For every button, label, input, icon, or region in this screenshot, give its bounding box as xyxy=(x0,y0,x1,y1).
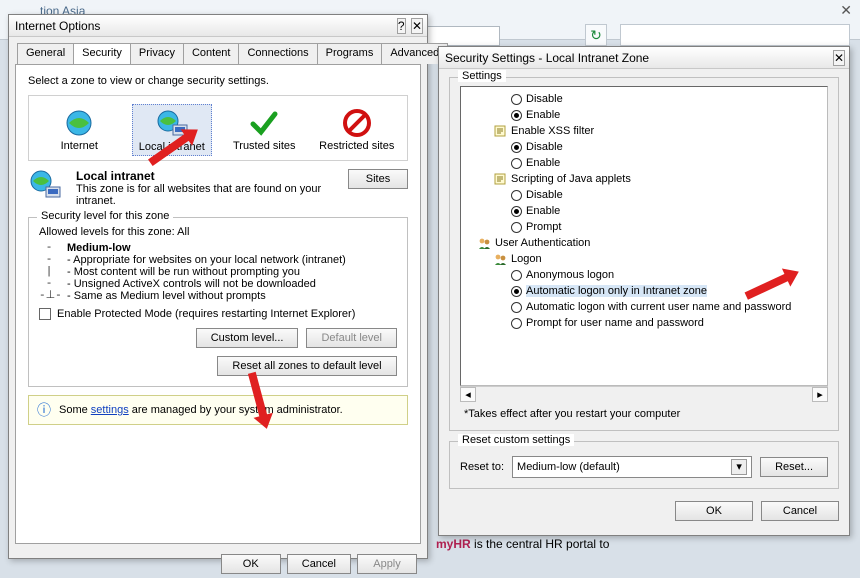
allowed-levels-label: Allowed levels for this zone: All xyxy=(39,226,397,238)
tree-heading: Scripting of Java applets xyxy=(463,171,825,187)
security-level-group: Security level for this zone Allowed lev… xyxy=(28,217,408,387)
restart-note: *Takes effect after you restart your com… xyxy=(464,408,824,420)
tab-general[interactable]: General xyxy=(17,43,74,64)
dialog-titlebar[interactable]: Internet Options ? ✕ xyxy=(9,15,427,37)
tree-heading: Logon xyxy=(463,251,825,267)
settings-tree[interactable]: DisableEnableEnable XSS filterDisableEna… xyxy=(460,86,828,386)
tab-panel-security: Select a zone to view or change security… xyxy=(15,64,421,544)
radio-icon xyxy=(511,158,522,169)
refresh-icon[interactable]: ↻ xyxy=(585,24,607,46)
users-icon xyxy=(493,252,507,266)
scroll-right-icon[interactable]: ▸ xyxy=(812,387,828,402)
dialog-titlebar[interactable]: Security Settings - Local Intranet Zone … xyxy=(439,47,849,69)
settings-link[interactable]: settings xyxy=(91,404,129,416)
globe-computer-icon xyxy=(28,169,66,207)
prohibited-icon xyxy=(319,106,395,140)
protected-mode-checkbox[interactable]: Enable Protected Mode (requires restarti… xyxy=(39,308,397,320)
reset-group: Reset custom settings Reset to: Medium-l… xyxy=(449,441,839,489)
radio-icon xyxy=(511,286,522,297)
radio-icon xyxy=(511,94,522,105)
zone-list: Internet Local intranet Trusted sites Re… xyxy=(28,95,408,161)
ok-button[interactable]: OK xyxy=(675,501,753,521)
page-content-fragment: myHR is the central HR portal to xyxy=(436,537,850,551)
close-icon[interactable]: ✕ xyxy=(833,50,845,66)
close-icon[interactable]: ✕ xyxy=(411,18,423,34)
tab-privacy[interactable]: Privacy xyxy=(130,43,184,64)
zone-desc-title: Local intranet xyxy=(76,169,155,183)
security-slider[interactable]: --|--⊥- xyxy=(39,242,59,302)
tree-radio-option[interactable]: Disable xyxy=(463,187,825,203)
scroll-left-icon[interactable]: ◂ xyxy=(460,387,476,402)
security-settings-dialog: Security Settings - Local Intranet Zone … xyxy=(438,46,850,536)
tab-programs[interactable]: Programs xyxy=(317,43,383,64)
reset-all-zones-button[interactable]: Reset all zones to default level xyxy=(217,356,397,376)
dialog-title: Security Settings - Local Intranet Zone xyxy=(445,51,649,65)
radio-icon xyxy=(511,142,522,153)
globe-icon xyxy=(41,106,117,140)
level-bullet: - Appropriate for websites on your local… xyxy=(67,254,397,266)
radio-icon xyxy=(511,270,522,281)
level-bullet: - Same as Medium level without prompts xyxy=(67,290,397,302)
script-icon xyxy=(493,172,507,186)
radio-icon xyxy=(511,110,522,121)
tree-radio-option[interactable]: Anonymous logon xyxy=(463,267,825,283)
zone-trusted-sites[interactable]: Trusted sites xyxy=(224,104,304,156)
cancel-button[interactable]: Cancel xyxy=(761,501,839,521)
tree-radio-option[interactable]: Automatic logon only in Intranet zone xyxy=(463,283,825,299)
zone-description: Local intranet This zone is for all webs… xyxy=(28,169,408,207)
checkbox-icon xyxy=(39,308,51,320)
internet-options-dialog: Internet Options ? ✕ General Security Pr… xyxy=(8,14,428,559)
tree-radio-option[interactable]: Automatic logon with current user name a… xyxy=(463,299,825,315)
tree-radio-option[interactable]: Disable xyxy=(463,139,825,155)
help-icon[interactable]: ? xyxy=(397,18,406,34)
zone-restricted-sites[interactable]: Restricted sites xyxy=(317,104,397,156)
dialog-title: Internet Options xyxy=(15,19,100,33)
globe-computer-icon xyxy=(135,107,209,141)
apply-button: Apply xyxy=(357,554,417,574)
ok-button[interactable]: OK xyxy=(221,554,281,574)
users-icon xyxy=(477,236,491,250)
sites-button[interactable]: Sites xyxy=(348,169,408,189)
tree-radio-option[interactable]: Enable xyxy=(463,203,825,219)
tab-content[interactable]: Content xyxy=(183,43,240,64)
radio-icon xyxy=(511,190,522,201)
tree-radio-option[interactable]: Enable xyxy=(463,155,825,171)
custom-level-button[interactable]: Custom level... xyxy=(196,328,299,348)
info-icon: ⓘ xyxy=(37,400,51,420)
tree-heading: User Authentication xyxy=(463,235,825,251)
radio-icon xyxy=(511,302,522,313)
script-icon xyxy=(493,124,507,138)
tab-security[interactable]: Security xyxy=(73,43,131,64)
zone-desc-body: This zone is for all websites that are f… xyxy=(76,183,321,207)
chevron-down-icon: ▾ xyxy=(731,459,747,475)
checkmark-icon xyxy=(226,106,302,140)
zone-prompt: Select a zone to view or change security… xyxy=(28,75,408,87)
default-level-button: Default level xyxy=(306,328,397,348)
zone-local-intranet[interactable]: Local intranet xyxy=(132,104,212,156)
tab-connections[interactable]: Connections xyxy=(238,43,317,64)
tree-radio-option[interactable]: Disable xyxy=(463,91,825,107)
zone-internet[interactable]: Internet xyxy=(39,104,119,156)
radio-icon xyxy=(511,318,522,329)
reset-to-select[interactable]: Medium-low (default) ▾ xyxy=(512,456,752,478)
reset-button[interactable]: Reset... xyxy=(760,457,828,477)
search-bar[interactable] xyxy=(620,24,850,46)
admin-info-bar: ⓘ Some settings are managed by your syst… xyxy=(28,395,408,425)
level-name: Medium-low xyxy=(67,242,131,254)
scrollbar[interactable]: ◂ ▸ xyxy=(460,386,828,402)
settings-group: Settings DisableEnableEnable XSS filterD… xyxy=(449,77,839,431)
tree-radio-option[interactable]: Prompt for user name and password xyxy=(463,315,825,331)
tab-strip: General Security Privacy Content Connect… xyxy=(9,37,427,64)
close-icon[interactable]: ✕ xyxy=(840,2,852,19)
cancel-button[interactable]: Cancel xyxy=(287,554,351,574)
tree-radio-option[interactable]: Prompt xyxy=(463,219,825,235)
tree-heading: Enable XSS filter xyxy=(463,123,825,139)
level-bullet: - Unsigned ActiveX controls will not be … xyxy=(67,278,397,290)
level-bullet: - Most content will be run without promp… xyxy=(67,266,397,278)
tree-radio-option[interactable]: Enable xyxy=(463,107,825,123)
reset-to-label: Reset to: xyxy=(460,461,504,473)
radio-icon xyxy=(511,222,522,233)
radio-icon xyxy=(511,206,522,217)
